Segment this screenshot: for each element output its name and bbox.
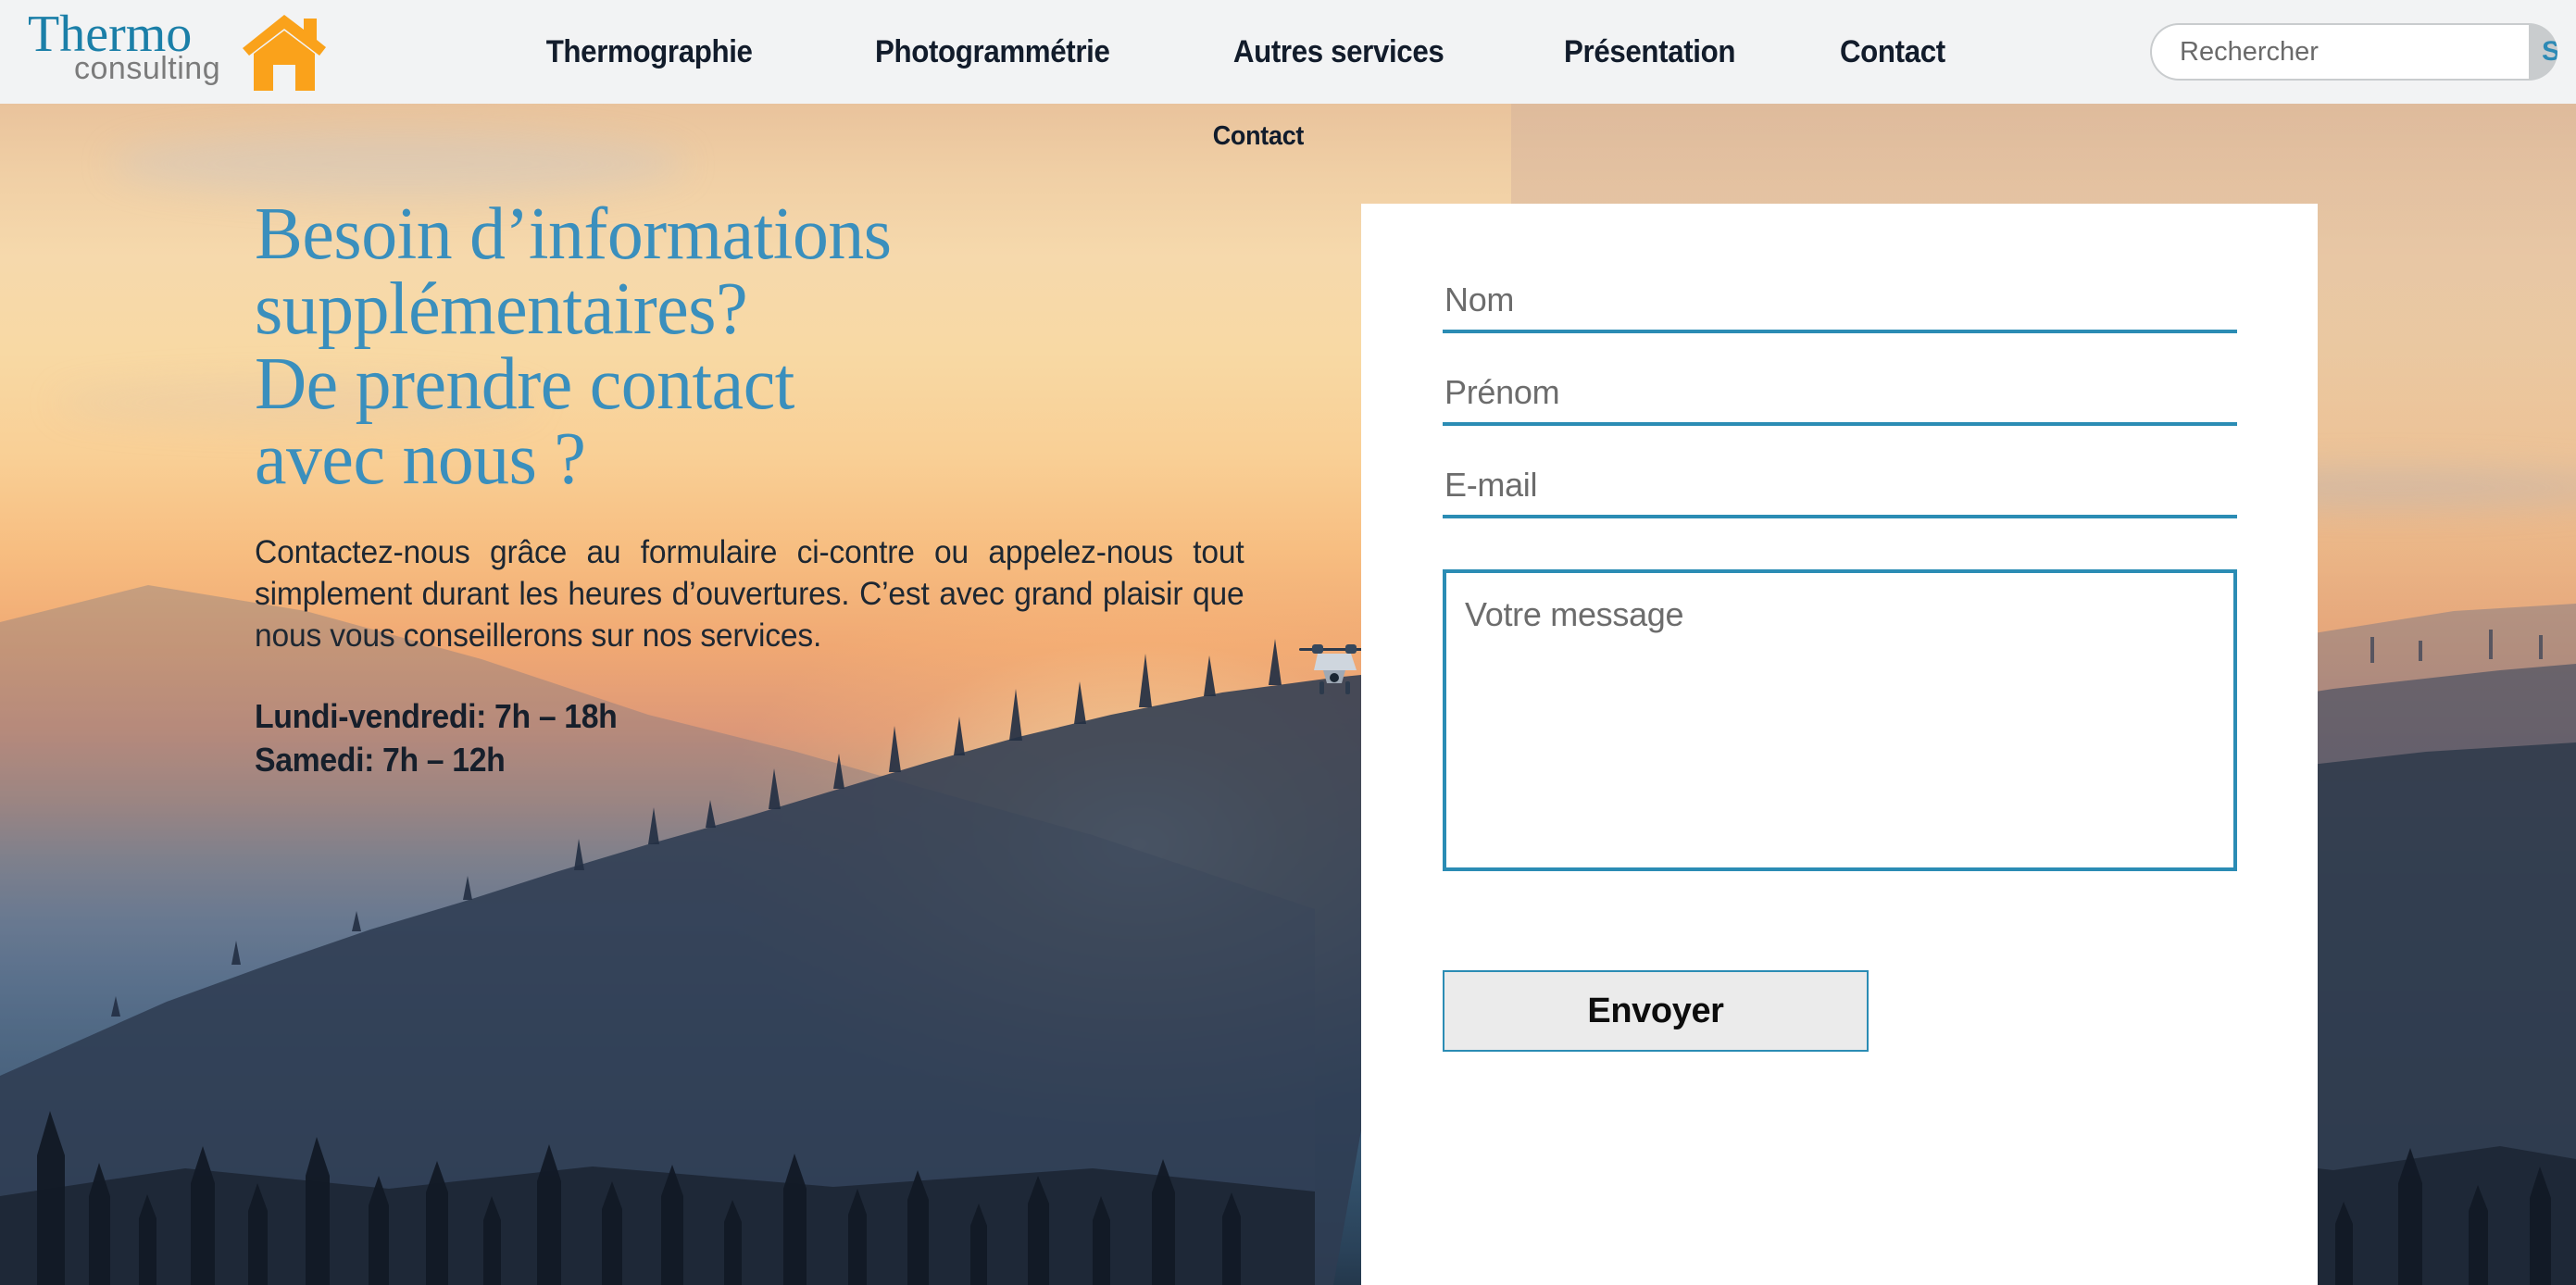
page-title-line-1: Besoin d’informations: [255, 192, 892, 275]
search-bar: Search: [2150, 23, 2557, 81]
logo-secondary-text: consulting: [74, 51, 221, 86]
nom-input[interactable]: [1443, 276, 2237, 333]
prenom-input[interactable]: [1443, 368, 2237, 426]
page-title-line-3: De prendre contact: [255, 342, 794, 425]
opening-hours: Lundi-vendredi: 7h – 18h Samedi: 7h – 12…: [255, 695, 1247, 782]
breadcrumb: Contact: [0, 104, 2576, 168]
submit-button[interactable]: Envoyer: [1443, 970, 1869, 1052]
page-title: Besoin d’informations supplémentaires? D…: [255, 196, 1268, 496]
house-icon: [239, 11, 330, 93]
opening-hours-weekdays: Lundi-vendredi: 7h – 18h: [255, 697, 618, 736]
field-prenom: [1443, 368, 2239, 426]
message-textarea[interactable]: [1443, 569, 2237, 871]
breadcrumb-current-page: Contact: [1212, 120, 1305, 151]
nav-item-autres-services[interactable]: Autres services: [1233, 34, 1444, 70]
hero-copy: Besoin d’informations supplémentaires? D…: [255, 196, 1310, 782]
field-nom: [1443, 276, 2239, 333]
site-logo[interactable]: Thermo consulting: [17, 4, 336, 100]
email-input[interactable]: [1443, 461, 2237, 518]
nav-item-thermographie[interactable]: Thermographie: [546, 34, 753, 70]
nav-item-presentation[interactable]: Présentation: [1564, 34, 1735, 70]
contact-form: Envoyer: [1443, 276, 2239, 1052]
field-message: [1443, 569, 2239, 876]
main-navigation: Thermographie Photogrammétrie Autres ser…: [537, 0, 1950, 104]
hero-paragraph: Contactez-nous grâce au formulaire ci-co…: [255, 534, 1244, 655]
field-email: [1443, 461, 2239, 518]
contact-form-card: Envoyer: [1361, 204, 2318, 1285]
search-button[interactable]: Search: [2529, 25, 2557, 79]
nav-item-photogrammetrie[interactable]: Photogrammétrie: [875, 34, 1110, 70]
nav-item-contact[interactable]: Contact: [1840, 34, 1945, 70]
search-input[interactable]: [2152, 25, 2529, 79]
opening-hours-saturday: Samedi: 7h – 12h: [255, 741, 506, 780]
page-title-line-2: supplémentaires?: [255, 267, 748, 350]
site-header: Thermo consulting Thermographie Photogra…: [0, 0, 2576, 104]
page-title-line-4: avec nous ?: [255, 417, 586, 500]
hero-section: Contact Besoin d’informations supplément…: [0, 104, 2576, 1285]
